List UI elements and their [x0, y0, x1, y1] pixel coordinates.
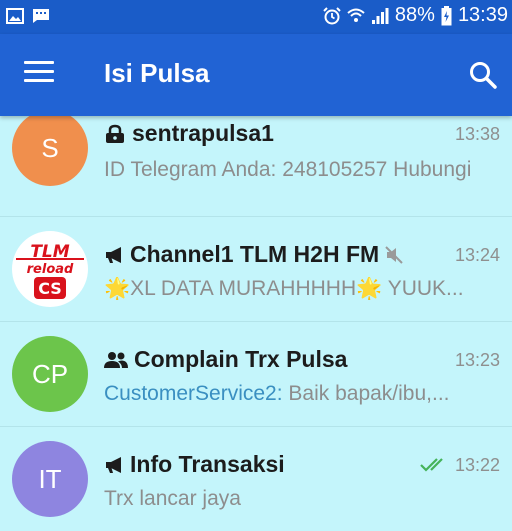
svg-text:CS: CS	[38, 279, 62, 298]
chat-time: 13:24	[454, 245, 500, 265]
double-check-icon	[420, 458, 443, 472]
gallery-icon	[6, 8, 24, 24]
chat-name-row: Complain Trx Pulsa	[104, 346, 347, 373]
menu-icon-line	[24, 70, 54, 73]
megaphone-icon	[106, 246, 121, 263]
preview-sender: CustomerService2:	[104, 382, 283, 405]
lock-icon	[106, 124, 124, 143]
muted-icon	[385, 245, 403, 264]
chat-preview: Trx lancar jaya	[104, 487, 241, 510]
group-icon	[104, 351, 128, 368]
chat-time: 13:23	[454, 350, 500, 370]
chat-row[interactable]: S sentrapulsa1 13:38 ID Telegram Anda: 2…	[0, 110, 512, 217]
avatar-initials: IT	[38, 463, 62, 494]
menu-icon-line	[24, 79, 54, 82]
alarm-icon	[323, 6, 341, 24]
chat-name-row: Channel1 TLM H2H FM	[104, 241, 403, 268]
chat-row[interactable]: CP Complain Trx Pulsa 13:23 CustomerServ…	[0, 322, 512, 427]
search-icon[interactable]	[468, 60, 498, 90]
chat-time: 13:22	[454, 455, 500, 475]
avatar: S	[12, 110, 88, 186]
avatar-initials: CP	[31, 358, 69, 389]
menu-button[interactable]	[24, 61, 54, 89]
chat-row[interactable]: IT Info Transaksi 13:22 Trx lancar jaya	[0, 427, 512, 531]
chat-name: sentrapulsa1	[132, 120, 274, 146]
megaphone-icon	[106, 456, 121, 473]
chat-preview: CustomerService2: Baik bapak/ibu,...	[104, 382, 490, 406]
avatar-initials: S	[41, 132, 59, 163]
chat-row[interactable]: TLM reload CS Channel1 TLM H2H FM 13:24 …	[0, 217, 512, 322]
chat-time: 13:38	[454, 124, 500, 144]
avatar: CP	[12, 336, 88, 412]
svg-text:reload: reload	[27, 262, 74, 277]
chat-name: Info Transaksi	[130, 451, 285, 477]
chat-name: Complain Trx Pulsa	[134, 346, 348, 372]
avatar: TLM reload CS	[12, 231, 88, 307]
app-bar: Isi Pulsa	[0, 34, 512, 116]
battery-percent: 88%	[394, 4, 435, 26]
chat-name: Channel1 TLM H2H FM	[130, 241, 380, 267]
menu-icon-line	[24, 61, 54, 64]
chat-name-row: sentrapulsa1	[104, 120, 274, 147]
chat-list: S sentrapulsa1 13:38 ID Telegram Anda: 2…	[0, 110, 512, 531]
message-icon	[33, 9, 49, 23]
wifi-icon	[347, 8, 365, 22]
tlm-reload-logo: TLM reload CS	[16, 242, 84, 299]
avatar: IT	[12, 441, 88, 517]
preview-text: Baik bapak/ibu,...	[282, 382, 450, 405]
status-bar: 88% 13:39	[0, 0, 512, 34]
signal-icon	[371, 7, 389, 24]
chat-preview: ID Telegram Anda: 248105257 Hubungi	[104, 158, 472, 181]
battery-icon	[441, 5, 452, 25]
page-title: Isi Pulsa	[104, 58, 210, 88]
status-time: 13:39	[457, 4, 508, 26]
chat-preview: 🌟XL DATA MURAHHHHH🌟 YUUK...	[104, 277, 464, 300]
chat-name-row: Info Transaksi	[104, 451, 285, 478]
